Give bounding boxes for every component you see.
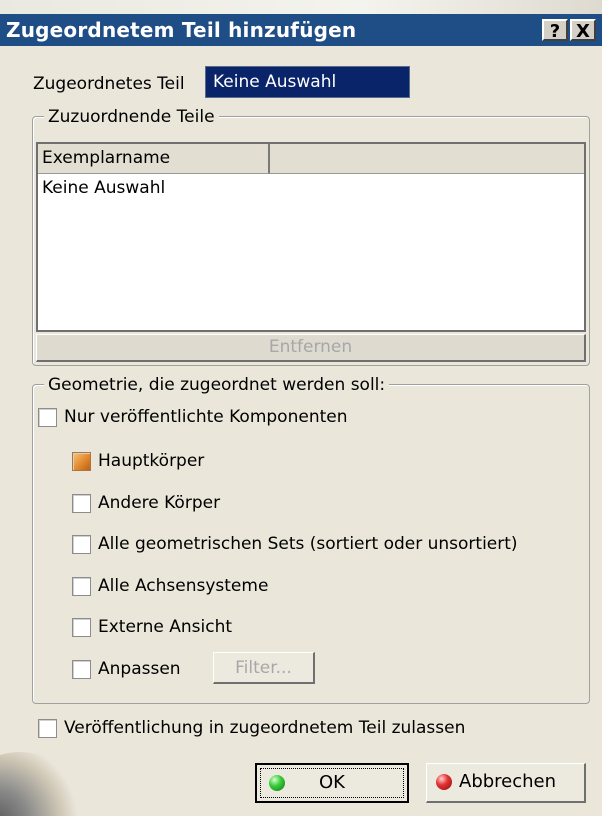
- column-header-empty[interactable]: [270, 144, 584, 174]
- published-components-checkbox[interactable]: [38, 408, 57, 427]
- parts-list[interactable]: Exemplarname Keine Auswahl: [36, 142, 586, 332]
- other-bodies-label: Andere Körper: [98, 493, 221, 513]
- decorative-swoosh: [0, 752, 80, 816]
- axis-systems-checkbox[interactable]: [72, 577, 91, 596]
- list-item[interactable]: Keine Auswahl: [42, 176, 165, 200]
- customize-label: Anpassen: [98, 659, 181, 679]
- cancel-led-icon: [436, 774, 452, 790]
- main-body-checkbox[interactable]: [72, 452, 91, 471]
- geometry-group-legend: Geometrie, die zugeordnet werden soll:: [44, 374, 390, 396]
- associated-part-label: Zugeordnetes Teil: [33, 74, 185, 94]
- geometric-sets-checkbox[interactable]: [72, 535, 91, 554]
- cancel-label: Abbrechen: [459, 771, 557, 792]
- main-body-label: Hauptkörper: [98, 451, 205, 471]
- other-bodies-checkbox[interactable]: [72, 494, 91, 513]
- window-title: Zugeordnetem Teil hinzufügen: [6, 18, 357, 42]
- background-strip: [0, 0, 602, 14]
- external-view-label: Externe Ansicht: [98, 617, 233, 637]
- filter-button[interactable]: Filter...: [213, 652, 315, 684]
- remove-button[interactable]: Entfernen: [36, 334, 586, 362]
- help-icon[interactable]: ?: [542, 19, 568, 42]
- title-bar[interactable]: Zugeordnetem Teil hinzufügen ? X: [0, 14, 602, 46]
- dialog-window: Zugeordnetem Teil hinzufügen ? X Zugeord…: [0, 14, 602, 816]
- close-icon[interactable]: X: [570, 19, 596, 42]
- published-components-label: Nur veröffentlichte Komponenten: [64, 407, 348, 427]
- external-view-checkbox[interactable]: [72, 618, 91, 637]
- allow-publish-label: Veröffentlichung in zugeordnetem Teil zu…: [64, 718, 466, 738]
- associated-part-field[interactable]: Keine Auswahl: [205, 66, 410, 98]
- geometric-sets-label: Alle geometrischen Sets (sortiert oder u…: [98, 534, 518, 554]
- axis-systems-label: Alle Achsensysteme: [98, 576, 269, 596]
- allow-publish-checkbox[interactable]: [38, 719, 57, 738]
- ok-label: OK: [319, 772, 345, 793]
- parts-group-legend: Zuzuordnende Teile: [44, 106, 219, 128]
- customize-checkbox[interactable]: [72, 660, 91, 679]
- ok-button[interactable]: OK: [255, 763, 409, 803]
- column-header-instance-name[interactable]: Exemplarname: [38, 144, 270, 174]
- cancel-button[interactable]: Abbrechen: [426, 763, 586, 803]
